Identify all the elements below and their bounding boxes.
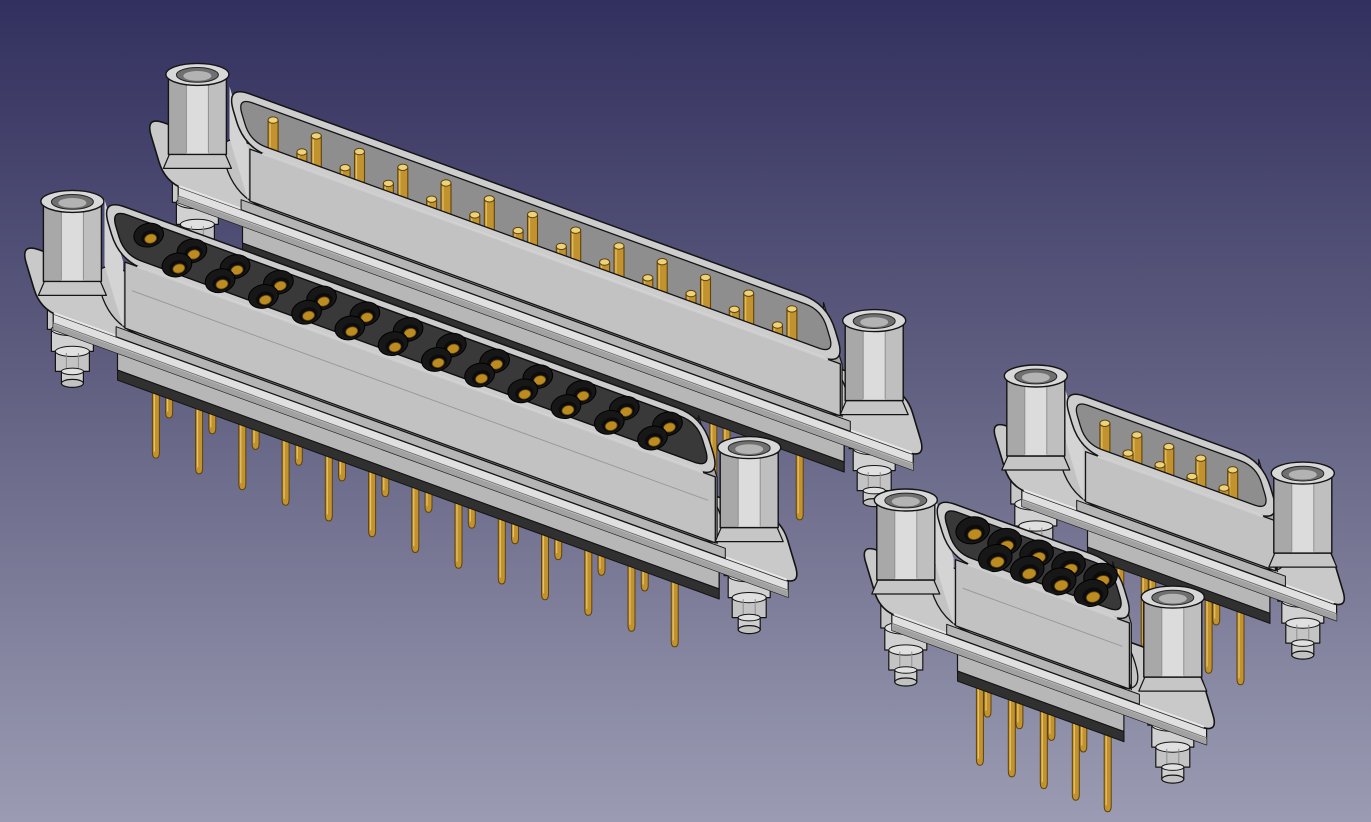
standoff-bore-floor xyxy=(1158,593,1187,604)
contact-pin-tip xyxy=(700,273,711,282)
standoff-flare xyxy=(839,400,909,416)
contact-pin-tip xyxy=(599,258,611,266)
hex-facet-mid xyxy=(738,447,761,528)
hex-facet-left xyxy=(1273,473,1292,554)
jackscrew-segment-top xyxy=(1285,617,1321,629)
standoff-bore-floor xyxy=(183,71,212,81)
contact-pin-tip xyxy=(1218,484,1230,492)
jackscrew-segment-top xyxy=(856,465,892,477)
hex-facet-mid xyxy=(186,74,209,155)
jackscrew-tip xyxy=(1291,650,1315,660)
jackscrew-segment-top xyxy=(731,592,767,604)
standoff-flare xyxy=(1001,455,1071,471)
contact-pin-tip xyxy=(1099,419,1111,427)
jackscrew-segment-top xyxy=(179,218,215,230)
hex-facet-mid xyxy=(894,500,917,580)
3d-viewport[interactable] xyxy=(0,0,1371,822)
contact-pin-tip xyxy=(483,195,495,203)
jackscrew-tip xyxy=(894,677,918,687)
hex-facet-left xyxy=(168,74,187,155)
jackscrew-segment-top xyxy=(888,644,924,656)
contact-pin-tip xyxy=(1227,466,1239,474)
hex-facet-right xyxy=(1046,376,1065,456)
jackscrew-tip xyxy=(60,378,85,388)
contact-pin-tip xyxy=(339,164,351,172)
jackscrew-segment-top xyxy=(1291,639,1315,647)
hex-facet-left xyxy=(1006,376,1025,456)
contact-pin-tip xyxy=(382,179,394,188)
contact-pin-tip xyxy=(743,289,755,297)
standoff-bore-floor xyxy=(735,444,764,454)
jackscrew-segment-top xyxy=(737,613,761,622)
standoff-flare xyxy=(1268,552,1338,568)
hex-facet-right xyxy=(760,447,779,528)
hex-facet-right xyxy=(1183,597,1202,678)
hex-facet-right xyxy=(885,320,904,401)
hex-facet-left xyxy=(720,447,739,528)
standoff-flare xyxy=(1138,676,1208,692)
hex-facet-right xyxy=(208,74,227,155)
hex-facet-left xyxy=(1143,597,1162,678)
hex-facet-mid xyxy=(1161,597,1184,678)
standoff-bore-floor xyxy=(891,496,920,507)
contact-pin-tip xyxy=(685,289,697,298)
standoff-flare xyxy=(871,579,941,595)
contact-pin-tip xyxy=(354,147,365,156)
contact-pin-tip xyxy=(1154,461,1166,469)
contact-pin-tip xyxy=(310,132,322,140)
contact-pin-tip xyxy=(469,211,481,219)
contact-pin-tip xyxy=(555,242,567,251)
contact-pin-tip xyxy=(512,226,524,235)
jackscrew-segment-top xyxy=(1155,741,1191,753)
hex-facet-left xyxy=(876,500,895,580)
jackscrew-tip xyxy=(1161,774,1185,784)
contact-pin-tip xyxy=(570,226,582,234)
standoff-bore-floor xyxy=(1021,372,1050,383)
standoff-bore-floor xyxy=(860,317,889,327)
contact-pin-tip xyxy=(786,305,798,313)
cad-scene xyxy=(23,62,1346,813)
contact-pin-tip xyxy=(527,210,538,219)
jackscrew-segment-top xyxy=(894,666,918,674)
standoff-bore-floor xyxy=(1288,469,1317,480)
standoff-flare xyxy=(714,527,784,543)
standoff-flare xyxy=(162,153,232,169)
contact-pin-tip xyxy=(1163,442,1175,451)
contact-pin-tip xyxy=(772,321,783,329)
contact-pin-tip xyxy=(267,116,279,124)
contact-pin-tip xyxy=(397,163,409,172)
hex-facet-left xyxy=(43,201,62,282)
jackscrew-segment-top xyxy=(54,345,90,357)
contact-pin-tip xyxy=(1131,431,1143,439)
hex-facet-right xyxy=(83,201,102,282)
hex-facet-right xyxy=(916,500,935,580)
hex-facet-left xyxy=(845,320,864,401)
hex-facet-mid xyxy=(1291,473,1314,554)
hex-facet-right xyxy=(1313,473,1332,554)
contact-pin-tip xyxy=(642,274,654,282)
jackscrew-segment-top xyxy=(1161,763,1185,771)
jackscrew-tip xyxy=(737,624,761,635)
hex-facet-mid xyxy=(61,201,84,282)
contact-pin-tip xyxy=(613,242,625,250)
contact-pin-tip xyxy=(1186,472,1198,481)
contact-pin-tip xyxy=(1195,454,1207,462)
standoff-bore-floor xyxy=(58,198,87,208)
contact-pin-tip xyxy=(296,148,308,156)
contact-pin-tip xyxy=(1122,449,1134,457)
contact-pin-tip xyxy=(440,179,452,187)
contact-pin-tip xyxy=(728,305,740,313)
contact-pin-tip xyxy=(656,258,668,266)
standoff-flare xyxy=(37,280,107,296)
hex-facet-mid xyxy=(863,320,886,401)
jackscrew-segment-top xyxy=(60,367,84,376)
hex-facet-mid xyxy=(1024,376,1047,456)
contact-pin-tip xyxy=(426,195,438,203)
